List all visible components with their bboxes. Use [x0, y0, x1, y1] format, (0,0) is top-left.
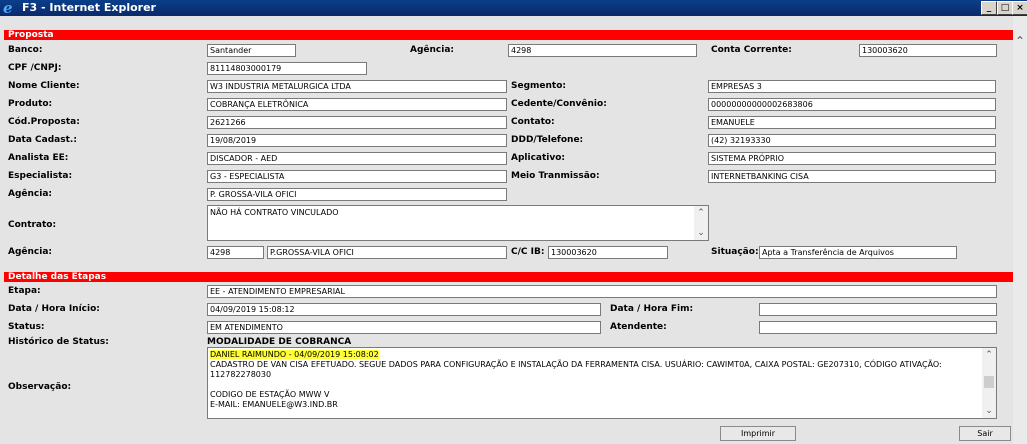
etapa-label: Etapa: [8, 286, 41, 296]
internet-explorer-icon: e [3, 0, 13, 17]
analista-field[interactable]: DISCADOR - AED [207, 152, 507, 165]
page-scrollbar[interactable]: ⌃ [1013, 16, 1027, 444]
data-hora-inicio-label: Data / Hora Início: [8, 304, 100, 314]
banco-label: Banco: [8, 45, 43, 55]
data-cadastro-field[interactable]: 19/08/2019 [207, 134, 507, 147]
scroll-up-icon[interactable]: ⌃ [984, 350, 994, 360]
contrato-text: NÃO HÁ CONTRATO VINCULADO [210, 208, 339, 217]
data-cadastro-label: Data Cadast.: [8, 135, 77, 145]
nome-cliente-label: Nome Cliente: [8, 81, 80, 91]
cpf-cnpj-field[interactable]: 81114803000179 [207, 62, 367, 75]
cc-ib-label: C/C IB: [511, 247, 545, 257]
atendente-field[interactable] [759, 321, 997, 334]
analista-label: Analista EE: [8, 153, 69, 163]
agencia-nome-field[interactable]: P. GROSSA-VILA OFICI [207, 188, 507, 201]
scroll-down-icon[interactable]: ⌄ [984, 406, 994, 416]
conta-corrente-field[interactable]: 130003620 [859, 44, 997, 57]
meio-transmissao-label: Meio Tranmissão: [511, 171, 600, 181]
etapa-field[interactable]: EE - ATENDIMENTO EMPRESARIAL [207, 285, 997, 298]
close-button[interactable]: × [1012, 1, 1027, 15]
cpf-cnpj-label: CPF /CNPJ: [8, 63, 62, 73]
aplicativo-label: Aplicativo: [511, 153, 566, 163]
data-hora-fim-label: Data / Hora Fim: [610, 304, 694, 314]
produto-field[interactable]: COBRANÇA ELETRÔNICA [207, 98, 507, 111]
scroll-up-icon[interactable]: ⌃ [1015, 35, 1025, 47]
sair-button[interactable]: Sair [959, 426, 1011, 441]
window-title: F3 - Internet Explorer [22, 1, 156, 14]
conta-corrente-label: Conta Corrente: [711, 45, 792, 55]
observacao-label: Observação: [8, 382, 72, 392]
cod-proposta-field[interactable]: 2621266 [207, 116, 507, 129]
observacao-text-line: E-MAIL: EMANUELE@W3.IND.BR [210, 400, 338, 409]
section-header-etapas: Detalhe das Etapas [4, 272, 1016, 282]
scroll-up-icon[interactable]: ⌃ [696, 208, 706, 218]
page-content: Proposta Banco: Santander Agência: 4298 … [0, 16, 1027, 444]
ddd-telefone-label: DDD/Telefone: [511, 135, 584, 145]
historico-status-label: Histórico de Status: [8, 337, 109, 347]
meio-transmissao-field[interactable]: INTERNETBANKING CISA [708, 170, 996, 183]
situacao-field[interactable]: Apta a Transferência de Arquivos [759, 246, 957, 259]
observacao-text-line: CODIGO DE ESTAÇÃO MWW V [210, 390, 330, 399]
agencia-conta-label: Agência: [8, 247, 53, 257]
cc-ib-field[interactable]: 130003620 [548, 246, 668, 259]
atendente-label: Atendente: [610, 322, 667, 332]
contato-label: Contato: [511, 117, 555, 127]
minimize-button[interactable]: _ [981, 1, 997, 15]
data-hora-inicio-field[interactable]: 04/09/2019 15:08:12 [207, 303, 601, 316]
agencia-name-field[interactable]: P.GROSSA-VILA OFICI [267, 246, 507, 259]
agencia-nome-label: Agência: [8, 189, 53, 199]
observacao-text-line: 112782278030 [210, 370, 272, 379]
contrato-textarea[interactable]: NÃO HÁ CONTRATO VINCULADO ⌃ ⌄ [207, 205, 709, 241]
nome-cliente-field[interactable]: W3 INDUSTRIA METALURGICA LTDA [207, 80, 507, 93]
banco-field[interactable]: Santander [207, 44, 296, 57]
observacao-text-line: CADASTRO DE VAN CISA EFETUADO. SEGUE DAD… [210, 360, 942, 369]
scroll-down-icon[interactable]: ⌄ [696, 228, 706, 238]
data-hora-fim-field[interactable] [759, 303, 997, 316]
observacao-author-line: DANIEL RAIMUNDO - 04/09/2019 15:08:02 [210, 350, 379, 359]
segmento-label: Segmento: [511, 81, 567, 91]
cedente-convenio-field[interactable]: 00000000000002683806 [708, 98, 996, 111]
aplicativo-field[interactable]: SISTEMA PRÓPRIO [708, 152, 996, 165]
agencia-code-field[interactable]: 4298 [207, 246, 264, 259]
contrato-label: Contrato: [8, 220, 57, 230]
title-bar: e F3 - Internet Explorer _ □ × [0, 0, 1027, 16]
produto-label: Produto: [8, 99, 53, 109]
especialista-label: Especialista: [8, 171, 73, 181]
observacao-scrollbar[interactable]: ⌃ ⌄ [982, 348, 996, 418]
segmento-field[interactable]: EMPRESAS 3 [708, 80, 996, 93]
ddd-telefone-field[interactable]: (42) 32193330 [708, 134, 996, 147]
imprimir-button[interactable]: Imprimir [720, 426, 796, 441]
agencia-field[interactable]: 4298 [508, 44, 697, 57]
cod-proposta-label: Cód.Proposta: [8, 117, 80, 127]
status-label: Status: [8, 322, 45, 332]
status-field[interactable]: EM ATENDIMENTO [207, 321, 601, 334]
situacao-label: Situação: [711, 247, 759, 257]
especialista-field[interactable]: G3 - ESPECIALISTA [207, 170, 507, 183]
contrato-scrollbar[interactable]: ⌃ ⌄ [694, 206, 708, 240]
maximize-button[interactable]: □ [997, 1, 1013, 15]
scroll-thumb[interactable] [984, 376, 994, 388]
agencia-label: Agência: [410, 45, 455, 55]
cedente-convenio-label: Cedente/Convênio: [511, 99, 607, 109]
section-header-proposta: Proposta [4, 30, 1016, 40]
observacao-textarea[interactable]: DANIEL RAIMUNDO - 04/09/2019 15:08:02 CA… [207, 347, 997, 419]
contato-field[interactable]: EMANUELE [708, 116, 996, 129]
